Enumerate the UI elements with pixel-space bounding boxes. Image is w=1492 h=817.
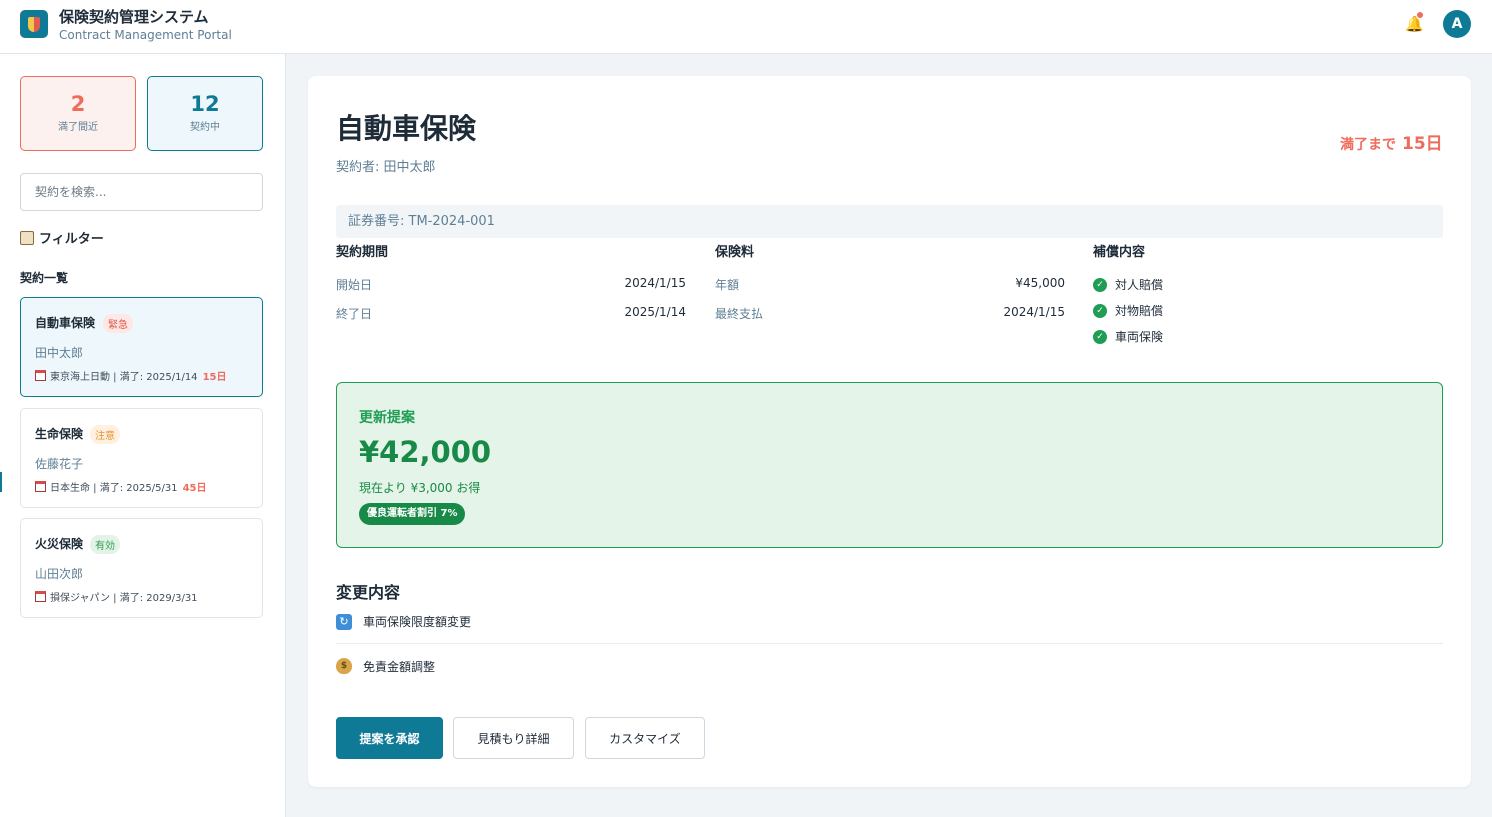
check-icon: ✓ bbox=[1093, 277, 1107, 292]
shield-logo-icon bbox=[20, 10, 48, 38]
app-header: 保険契約管理システム Contract Management Portal 🔔 … bbox=[0, 0, 1492, 54]
contract-list-heading: 契約一覧 bbox=[20, 271, 69, 285]
coverage-item: ✓ 車両保険 bbox=[1093, 328, 1163, 345]
sidebar: 2 満了間近 12 契約中 フィルター 契約一覧 自動車保険 緊急 田中太郎 東… bbox=[0, 54, 286, 817]
check-icon: ✓ bbox=[1093, 329, 1107, 344]
contract-title: 自動車保険 bbox=[336, 112, 477, 145]
status-badge: 注意 bbox=[90, 425, 120, 444]
stat-active-contracts[interactable]: 12 契約中 bbox=[147, 76, 263, 151]
contract-meta: 損保ジャパン | 満了: 2029/3/31 bbox=[35, 589, 198, 604]
contract-holder: 山田次郎 bbox=[35, 567, 84, 581]
app-subtitle: Contract Management Portal bbox=[59, 28, 232, 42]
coverage-item: ✓ 対物賠償 bbox=[1093, 302, 1163, 319]
coverage-heading: 補償内容 bbox=[1093, 245, 1146, 260]
renewal-price: ¥42,000 bbox=[359, 435, 492, 469]
contract-name: 自動車保険 bbox=[35, 316, 96, 330]
filter-toggle[interactable]: フィルター bbox=[20, 228, 104, 247]
renewal-savings: 現在より ¥3,000 お得 bbox=[359, 481, 481, 495]
expiry-label: 満了まで bbox=[1340, 137, 1396, 153]
expiry-countdown: 満了まで 15日 bbox=[1340, 129, 1443, 154]
contract-meta-text: 損保ジャパン | 満了: 2029/3/31 bbox=[50, 593, 198, 604]
contract-meta-text: 東京海上日動 | 満了: 2025/1/14 bbox=[50, 372, 198, 383]
refresh-icon: ↻ bbox=[336, 613, 352, 630]
clipboard-icon bbox=[20, 230, 34, 245]
contract-card-auto[interactable]: 自動車保険 緊急 田中太郎 東京海上日動 | 満了: 2025/1/14 15日 bbox=[20, 297, 263, 397]
status-badge: 緊急 bbox=[103, 314, 133, 333]
approve-proposal-button[interactable]: 提案を承認 bbox=[336, 717, 443, 759]
field-label: 最終支払 bbox=[715, 307, 764, 321]
field-label: 終了日 bbox=[336, 307, 373, 321]
stat-value: 2 bbox=[70, 92, 86, 116]
customize-button[interactable]: カスタマイズ bbox=[585, 717, 705, 759]
app-title: 保険契約管理システム bbox=[59, 8, 209, 26]
contract-card-life[interactable]: 生命保険 注意 佐藤花子 日本生命 | 満了: 2025/5/31 45日 bbox=[20, 408, 263, 508]
status-badge: 有効 bbox=[90, 535, 120, 554]
quote-details-button[interactable]: 見積もり詳細 bbox=[453, 717, 574, 759]
contract-holder: 契約者: 田中太郎 bbox=[336, 160, 436, 175]
expiry-days: 15日 bbox=[1402, 134, 1443, 154]
field-value: 2024/1/15 bbox=[624, 276, 686, 290]
days-remaining: 45日 bbox=[182, 483, 207, 494]
stat-label: 契約中 bbox=[190, 122, 220, 133]
renewal-proposal-box: 更新提案 ¥42,000 現在より ¥3,000 お得 優良運転者割引 7% bbox=[336, 382, 1443, 548]
contract-detail-panel: 自動車保険 契約者: 田中太郎 満了まで 15日 証券番号: TM-2024-00… bbox=[308, 76, 1471, 787]
stat-value: 12 bbox=[190, 92, 220, 116]
premium-last-payment-row: 最終支払 2024/1/15 bbox=[715, 305, 1065, 321]
contract-meta: 東京海上日動 | 満了: 2025/1/14 15日 bbox=[35, 368, 226, 383]
contract-name: 生命保険 bbox=[35, 427, 84, 441]
change-item: $ 免責金額調整 bbox=[336, 644, 1443, 688]
change-text: 免責金額調整 bbox=[363, 659, 436, 674]
stat-expiring-soon[interactable]: 2 満了間近 bbox=[20, 76, 136, 151]
field-value: 2025/1/14 bbox=[624, 305, 686, 319]
contract-search-input[interactable] bbox=[20, 173, 263, 211]
contract-holder: 佐藤花子 bbox=[35, 457, 84, 471]
stat-label: 満了間近 bbox=[58, 122, 98, 133]
change-text: 車両保険限度額変更 bbox=[363, 615, 472, 629]
days-remaining: 15日 bbox=[202, 372, 227, 383]
calendar-icon bbox=[35, 591, 46, 602]
user-avatar[interactable]: A bbox=[1443, 10, 1471, 38]
period-start-row: 開始日 2024/1/15 bbox=[336, 276, 686, 292]
contract-meta: 日本生命 | 満了: 2025/5/31 45日 bbox=[35, 479, 206, 494]
coverage-label: 車両保険 bbox=[1115, 330, 1164, 344]
notification-dot bbox=[1417, 12, 1423, 18]
field-value: ¥45,000 bbox=[1015, 276, 1065, 290]
filter-label: フィルター bbox=[39, 232, 104, 247]
premium-heading: 保険料 bbox=[715, 245, 755, 260]
contract-holder: 田中太郎 bbox=[35, 346, 84, 360]
calendar-icon bbox=[35, 481, 46, 492]
period-heading: 契約期間 bbox=[336, 245, 389, 260]
change-item: ↻ 車両保険限度額変更 bbox=[336, 600, 1443, 644]
calendar-icon bbox=[35, 370, 46, 381]
policy-number: 証券番号: TM-2024-001 bbox=[336, 205, 1443, 238]
contract-card-fire[interactable]: 火災保険 有効 山田次郎 損保ジャパン | 満了: 2029/3/31 bbox=[20, 518, 263, 618]
money-bag-icon: $ bbox=[336, 658, 352, 674]
coverage-item: ✓ 対人賠償 bbox=[1093, 276, 1163, 293]
field-value: 2024/1/15 bbox=[1003, 305, 1065, 319]
period-end-row: 終了日 2025/1/14 bbox=[336, 305, 686, 321]
coverage-label: 対人賠償 bbox=[1115, 278, 1164, 292]
contract-meta-text: 日本生命 | 満了: 2025/5/31 bbox=[50, 483, 178, 494]
renewal-title: 更新提案 bbox=[359, 410, 415, 426]
field-label: 開始日 bbox=[336, 278, 373, 292]
discount-badge: 優良運転者割引 7% bbox=[359, 503, 466, 525]
contract-name: 火災保険 bbox=[35, 537, 84, 551]
coverage-label: 対物賠償 bbox=[1115, 304, 1164, 318]
check-icon: ✓ bbox=[1093, 303, 1107, 318]
scroll-indicator bbox=[0, 472, 2, 492]
premium-annual-row: 年額 ¥45,000 bbox=[715, 276, 1065, 292]
field-label: 年額 bbox=[715, 278, 740, 292]
